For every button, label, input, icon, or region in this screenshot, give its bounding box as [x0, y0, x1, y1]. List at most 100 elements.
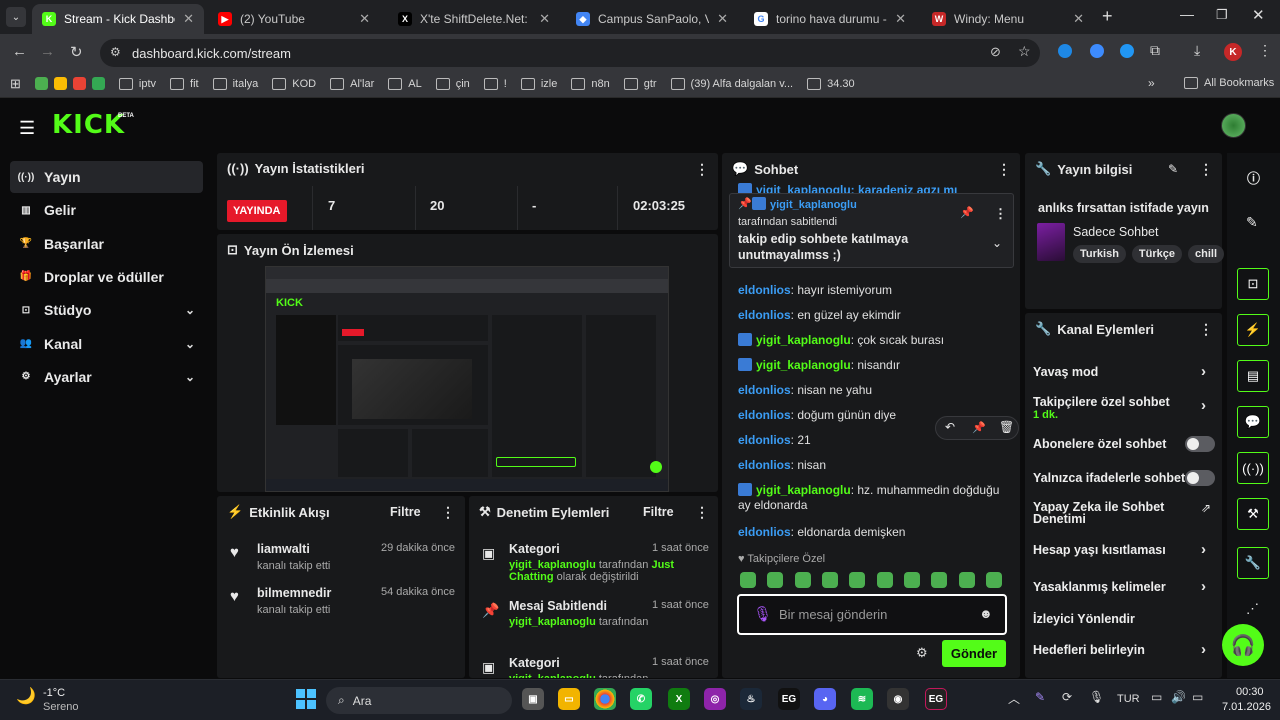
bookmark-item[interactable]: Al'lar: [330, 77, 374, 90]
browser-tab[interactable]: ▶ (2) YouTube ✕: [208, 4, 380, 34]
chat-username[interactable]: eldonlios: [738, 525, 791, 539]
bookmark-item[interactable]: fit: [170, 77, 199, 90]
close-tab-icon[interactable]: ✕: [717, 11, 728, 27]
app-icon[interactable]: ◉: [887, 688, 909, 710]
stream-tag[interactable]: Turkish: [1073, 245, 1126, 263]
chat-username[interactable]: yigit_kaplanoglu: [756, 483, 851, 497]
activity-filter-button[interactable]: Filtre: [390, 505, 421, 519]
reload-icon[interactable]: ↻: [70, 43, 83, 61]
emote-icon[interactable]: [931, 572, 948, 588]
chat-username[interactable]: eldonlios: [738, 458, 791, 472]
external-link-icon[interactable]: ⇗: [1201, 501, 1211, 515]
lightning-icon[interactable]: ⚡: [1237, 314, 1269, 346]
bookmark-favicon[interactable]: [91, 77, 105, 90]
channel-action-item[interactable]: İzleyici Yönlendir: [1033, 612, 1213, 626]
support-headset-icon[interactable]: 🎧: [1222, 624, 1264, 666]
back-icon[interactable]: ←: [12, 43, 27, 60]
weather-moon-icon[interactable]: 🌙: [16, 686, 36, 706]
chat-message[interactable]: eldonlios: nisan: [738, 458, 1008, 473]
close-tab-icon[interactable]: ✕: [1073, 11, 1084, 27]
restore-button[interactable]: ❐: [1216, 7, 1228, 23]
chevron-down-icon[interactable]: ⌄: [185, 303, 195, 317]
bookmark-item[interactable]: AL: [388, 77, 422, 90]
user-avatar[interactable]: [1221, 113, 1246, 138]
chat-username[interactable]: yigit_kaplanoglu: [756, 358, 851, 372]
more-options-icon[interactable]: ⋮: [1199, 321, 1213, 338]
chat-settings-gear-icon[interactable]: ⚙: [916, 645, 928, 661]
bookmark-favicon[interactable]: [34, 77, 48, 90]
epic-games-active-icon[interactable]: EG: [925, 688, 947, 710]
tray-app-icon[interactable]: ✎: [1035, 690, 1045, 704]
chat-message[interactable]: yigit_kaplanoglu: çok sıcak burası: [738, 333, 1008, 348]
chevron-right-icon[interactable]: ›: [1201, 541, 1206, 558]
extension-icon-3[interactable]: [1120, 44, 1134, 58]
activity-user[interactable]: bilmemnedir: [257, 586, 331, 600]
unpin-icon[interactable]: 📌: [960, 206, 974, 219]
document-icon[interactable]: ▤: [1237, 360, 1269, 392]
chat-username[interactable]: eldonlios: [738, 383, 791, 397]
chat-message[interactable]: yigit_kaplanoglu: hz. muhammedin doğduğu…: [738, 483, 1008, 513]
bookmark-item[interactable]: 34.30: [807, 77, 855, 90]
preview-video[interactable]: KICK: [265, 266, 669, 492]
info-icon[interactable]: ⓘ: [1247, 168, 1260, 187]
moderation-icon[interactable]: ⚒: [1237, 498, 1269, 530]
extension-icon-1[interactable]: [1058, 44, 1072, 58]
more-options-icon[interactable]: ⋮: [695, 161, 709, 178]
bookmark-item[interactable]: çin: [435, 77, 470, 90]
channel-action-item[interactable]: Yapay Zeka ile Sohbet Denetimi: [1033, 501, 1183, 526]
tray-overflow-icon[interactable]: ︿: [1008, 690, 1020, 707]
clock-date[interactable]: 7.01.2026: [1222, 701, 1271, 713]
channel-action-item[interactable]: Takipçilere özel sohbet 1 dk.: [1033, 395, 1213, 421]
channel-action-item[interactable]: Yasaklanmış kelimeler: [1033, 580, 1213, 594]
emote-icon[interactable]: [821, 572, 838, 588]
edit-pencil-icon[interactable]: ✎: [1168, 162, 1178, 176]
moderation-user[interactable]: yigit_kaplanoglu: [509, 673, 596, 678]
chevron-right-icon[interactable]: ›: [1201, 397, 1206, 414]
discord-icon[interactable]: ◕: [814, 688, 836, 710]
emote-icon[interactable]: [958, 572, 975, 588]
moderation-user[interactable]: yigit_kaplanoglu: [509, 559, 596, 571]
clock-time[interactable]: 00:30: [1236, 686, 1264, 698]
bookmark-favicon[interactable]: [72, 77, 86, 90]
bookmarks-overflow-icon[interactable]: »: [1148, 76, 1155, 90]
chat-username[interactable]: eldonlios: [738, 308, 791, 322]
sidebar-item[interactable]: ⚙ Ayarlar ⌄: [10, 361, 203, 393]
chat-message[interactable]: eldonlios: en güzel ay ekimdir: [738, 308, 1008, 323]
tracking-off-icon[interactable]: ⊘: [990, 44, 1001, 60]
steam-icon[interactable]: ♨: [740, 688, 762, 710]
stream-tag[interactable]: chill: [1188, 245, 1225, 263]
photo-app-icon[interactable]: ◎: [704, 688, 726, 710]
new-tab-button[interactable]: +: [1102, 6, 1113, 27]
sidebar-item[interactable]: ((·)) Yayın: [10, 161, 203, 193]
close-tab-icon[interactable]: ✕: [359, 11, 370, 27]
emoji-icon[interactable]: ☻: [979, 606, 993, 621]
volume-icon[interactable]: 🔊: [1171, 690, 1186, 704]
browser-tab[interactable]: W Windy: Menu ✕: [922, 4, 1094, 34]
sidebar-item[interactable]: 🎁 Droplar ve ödüller: [10, 261, 203, 293]
download-icon[interactable]: ⤓: [1194, 42, 1200, 59]
tray-mic-icon[interactable]: 🎙: [1089, 690, 1104, 704]
forward-icon[interactable]: →: [40, 43, 55, 60]
extensions-puzzle-icon[interactable]: ⧉: [1150, 42, 1160, 59]
all-bookmarks[interactable]: All Bookmarks: [1184, 77, 1274, 89]
microphone-icon[interactable]: 🎙: [753, 605, 772, 623]
chat-bubble-icon[interactable]: 💬: [1237, 406, 1269, 438]
bookmark-star-icon[interactable]: ☆: [1018, 43, 1031, 60]
browser-tab[interactable]: Gtorino hava durumu - Goo ✕: [744, 4, 916, 34]
more-options-icon[interactable]: ⋮: [997, 161, 1011, 178]
emote-icon[interactable]: [767, 572, 784, 588]
pinned-message[interactable]: 📌 yigit_kaplanoglu tarafından sabitlendi…: [729, 193, 1014, 268]
delete-icon[interactable]: 🗑: [999, 420, 1014, 434]
whatsapp-icon[interactable]: ✆: [630, 688, 652, 710]
hamburger-menu-icon[interactable]: ☰: [19, 118, 35, 139]
moderation-filter-button[interactable]: Filtre: [643, 505, 674, 519]
input-language[interactable]: TUR: [1117, 693, 1140, 705]
channel-action-item[interactable]: Hedefleri belirleyin: [1033, 643, 1213, 657]
edit-pencil-icon[interactable]: ✎: [1246, 214, 1258, 231]
chat-message[interactable]: yigit_kaplanoglu: nisandır: [738, 358, 1008, 373]
share-icon[interactable]: ⋰: [1246, 601, 1259, 617]
task-view-icon[interactable]: ▣: [522, 688, 544, 710]
chat-message[interactable]: eldonlios: eldonarda demişken: [738, 525, 1008, 540]
emote-icon[interactable]: [985, 572, 1002, 588]
sidebar-item[interactable]: ▥ Gelir: [10, 194, 203, 226]
